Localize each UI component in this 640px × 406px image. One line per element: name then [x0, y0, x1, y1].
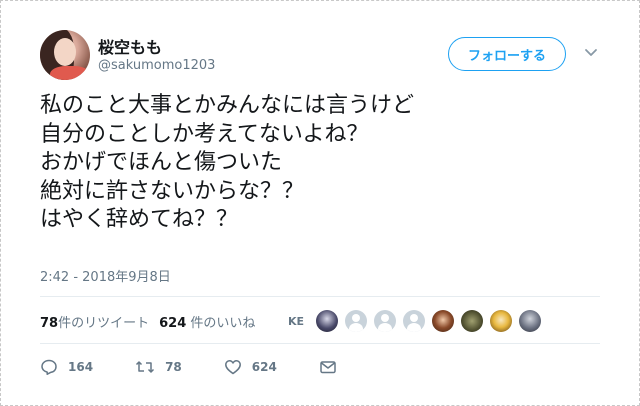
like-stat-count: 624: [159, 316, 187, 331]
tweet-line: はやく辞めてね？？: [40, 207, 239, 232]
retweet-stat[interactable]: 78件のリツイート: [40, 312, 149, 331]
liker-avatar-3[interactable]: [374, 310, 397, 332]
liker-avatar-1[interactable]: [316, 310, 339, 332]
liker-label: KE: [288, 314, 305, 328]
liker-avatar-4[interactable]: [403, 310, 426, 332]
retweet-stat-count: 78: [40, 316, 59, 331]
like-count: 624: [251, 360, 277, 374]
avatar-cloth: [50, 66, 90, 80]
liker-avatars: KE: [288, 309, 548, 333]
liker-avatar-7[interactable]: [490, 310, 513, 332]
retweet-stat-label: 件のリツイート: [58, 316, 150, 331]
envelope-icon: [320, 361, 336, 374]
heart-icon: [224, 360, 241, 375]
tweet-actions: 164 78 624: [40, 356, 389, 378]
follow-button[interactable]: フォローする: [448, 37, 566, 71]
divider: [40, 343, 600, 344]
retweet-button[interactable]: 78: [135, 358, 182, 376]
reply-count: 164: [68, 360, 94, 374]
tweet-line: 私のこと大事とかみんなには言うけど: [40, 93, 415, 118]
liker-avatar-2[interactable]: [345, 310, 368, 332]
chevron-down-icon[interactable]: [583, 44, 599, 60]
user-handle[interactable]: @sakumomo1203: [98, 58, 215, 73]
reply-button[interactable]: 164: [40, 358, 93, 376]
like-button[interactable]: 624: [224, 358, 277, 376]
tweet-line: 絶対に許さないからな？？: [40, 178, 305, 204]
retweet-count: 78: [165, 360, 182, 374]
tweet-stats: 78件のリツイート 624 件のいいね: [40, 312, 255, 331]
display-name[interactable]: 桜空もも: [98, 34, 162, 58]
direct-message-button[interactable]: [319, 358, 347, 376]
tweet-line: 自分のことしか考えてないよね？: [40, 121, 369, 147]
like-stat[interactable]: 624 件のいいね: [159, 312, 255, 331]
liker-avatar-5[interactable]: [432, 310, 455, 332]
avatar-face: [54, 38, 76, 66]
retweet-icon: [136, 361, 155, 373]
liker-avatar-8[interactable]: [519, 310, 542, 332]
tweet-line: おかげでほんと傷ついた: [40, 150, 283, 175]
tweet-text: 私のこと大事とかみんなには言うけど 自分のことしか考えてないよね？ おかげでほん…: [40, 92, 600, 235]
divider: [40, 296, 600, 297]
like-stat-label: 件のいいね: [190, 316, 256, 331]
tweet-timestamp[interactable]: 2:42 - 2018年9月8日: [40, 266, 171, 285]
reply-icon: [41, 359, 57, 375]
liker-avatar-6[interactable]: [461, 310, 484, 332]
avatar[interactable]: [40, 30, 90, 80]
